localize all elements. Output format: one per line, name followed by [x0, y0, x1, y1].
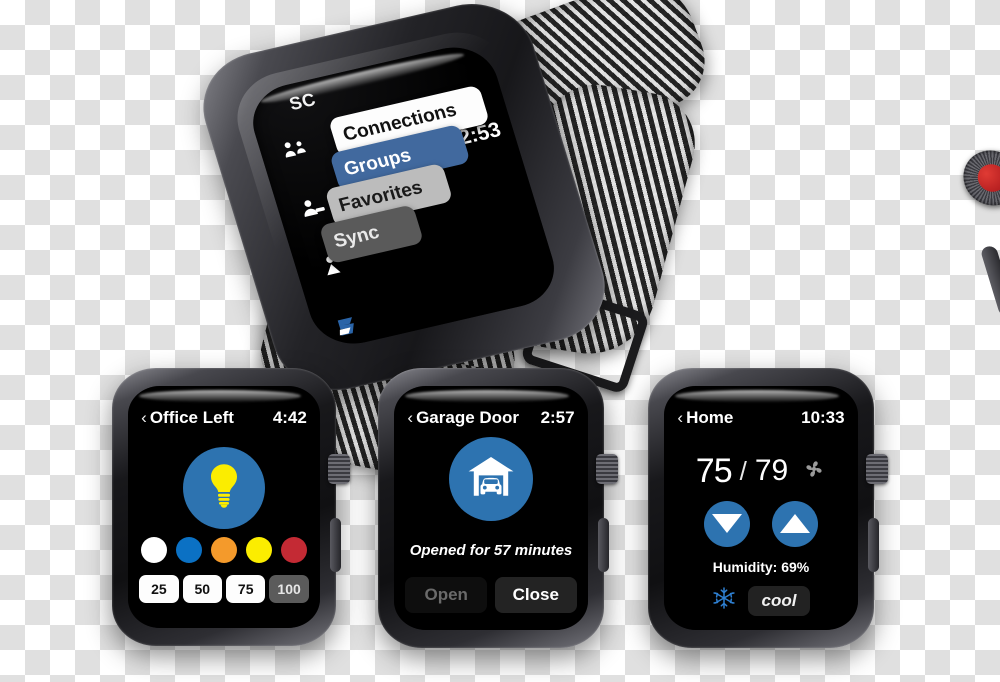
increase-temp-button[interactable]	[772, 500, 818, 547]
app-initials: SC	[287, 89, 319, 115]
status-clock: 4:42	[272, 407, 307, 427]
digital-crown[interactable]	[866, 454, 888, 484]
garage-toggle-button[interactable]	[449, 437, 533, 522]
back-button[interactable]: ‹ Office Left	[141, 408, 234, 428]
fan-icon[interactable]	[802, 457, 826, 486]
mode-button[interactable]: cool	[747, 585, 811, 616]
savant-s-logo-icon[interactable]	[331, 310, 365, 342]
brightness-level-row: 25 50 75 100	[139, 574, 309, 603]
temperature-readout: 75 / 79	[664, 452, 858, 491]
back-button[interactable]: ‹ Garage Door	[407, 408, 519, 428]
snowflake-icon	[712, 586, 736, 615]
chevron-left-icon: ‹	[407, 407, 414, 427]
brightness-50-button[interactable]: 50	[182, 574, 222, 603]
color-swatch-blue[interactable]	[176, 537, 203, 564]
humidity-label: Humidity: 69%	[712, 559, 810, 576]
current-temperature: 75	[695, 451, 733, 490]
chevron-left-icon: ‹	[141, 407, 147, 427]
watch-screen-garage: ‹ Garage Door 2:57 Opened for 57 minutes…	[393, 386, 589, 630]
product-composite: SC 2:53 Connections Groups Favorites Syn…	[0, 0, 1000, 682]
side-button[interactable]	[330, 518, 341, 572]
triangle-down-icon	[712, 514, 742, 534]
status-clock: 2:57	[540, 407, 575, 427]
lightbulb-icon	[200, 461, 248, 514]
page-title: Office Left	[149, 407, 234, 427]
color-swatch-row	[141, 537, 307, 564]
side-button[interactable]	[598, 518, 609, 572]
digital-crown[interactable]	[596, 454, 618, 484]
side-button[interactable]	[868, 518, 879, 572]
watch-light-control: ‹ Office Left 4:42 25 50 75 100	[112, 368, 350, 646]
decrease-temp-button[interactable]	[704, 500, 750, 547]
color-swatch-orange[interactable]	[211, 537, 237, 564]
brightness-25-button[interactable]: 25	[139, 574, 179, 603]
back-button[interactable]: ‹ Home	[677, 408, 733, 428]
status-clock: 10:33	[801, 407, 845, 427]
open-button[interactable]: Open	[405, 577, 487, 614]
brightness-100-button[interactable]: 100	[269, 574, 309, 603]
color-swatch-red[interactable]	[280, 537, 307, 564]
chevron-left-icon: ‹	[677, 407, 684, 427]
color-swatch-white[interactable]	[141, 537, 168, 564]
page-title: Home	[686, 407, 734, 427]
status-bar: ‹ Garage Door 2:57	[394, 398, 588, 437]
digital-crown[interactable]	[328, 454, 350, 484]
garage-action-row: Open Close	[405, 577, 577, 614]
connections-icon[interactable]	[278, 135, 312, 167]
side-button-top-watch[interactable]	[979, 244, 1000, 318]
mode-row: cool	[664, 585, 858, 616]
light-toggle-button[interactable]	[183, 446, 265, 529]
digital-crown[interactable]	[956, 144, 1000, 212]
target-temperature: 79	[754, 454, 789, 488]
close-button[interactable]: Close	[495, 577, 577, 614]
status-bar: ‹ Home 10:33	[664, 398, 858, 437]
watch-garage-door: ‹ Garage Door 2:57 Opened for 57 minutes…	[378, 368, 618, 648]
temperature-adjust-row	[664, 500, 858, 547]
watch-screen-thermostat: ‹ Home 10:33 75 / 79 Humidity: 69% cool	[663, 386, 859, 630]
status-bar: ‹ Office Left 4:42	[128, 398, 321, 437]
temperature-separator: /	[739, 455, 747, 486]
main-menu: Connections Groups Favorites Sync	[318, 84, 518, 264]
watch-thermostat: ‹ Home 10:33 75 / 79 Humidity: 69% cool	[648, 368, 888, 648]
color-swatch-yellow[interactable]	[245, 537, 272, 564]
watch-screen-light: ‹ Office Left 4:42 25 50 75 100	[127, 386, 321, 628]
groups-icon[interactable]	[296, 194, 330, 226]
page-title: Garage Door	[416, 407, 520, 427]
garage-door-car-icon	[465, 453, 517, 506]
brightness-75-button[interactable]: 75	[226, 574, 266, 603]
crown-red-ring	[974, 161, 1000, 195]
triangle-up-icon	[780, 514, 810, 534]
garage-status-text: Opened for 57 minutes	[409, 542, 573, 560]
